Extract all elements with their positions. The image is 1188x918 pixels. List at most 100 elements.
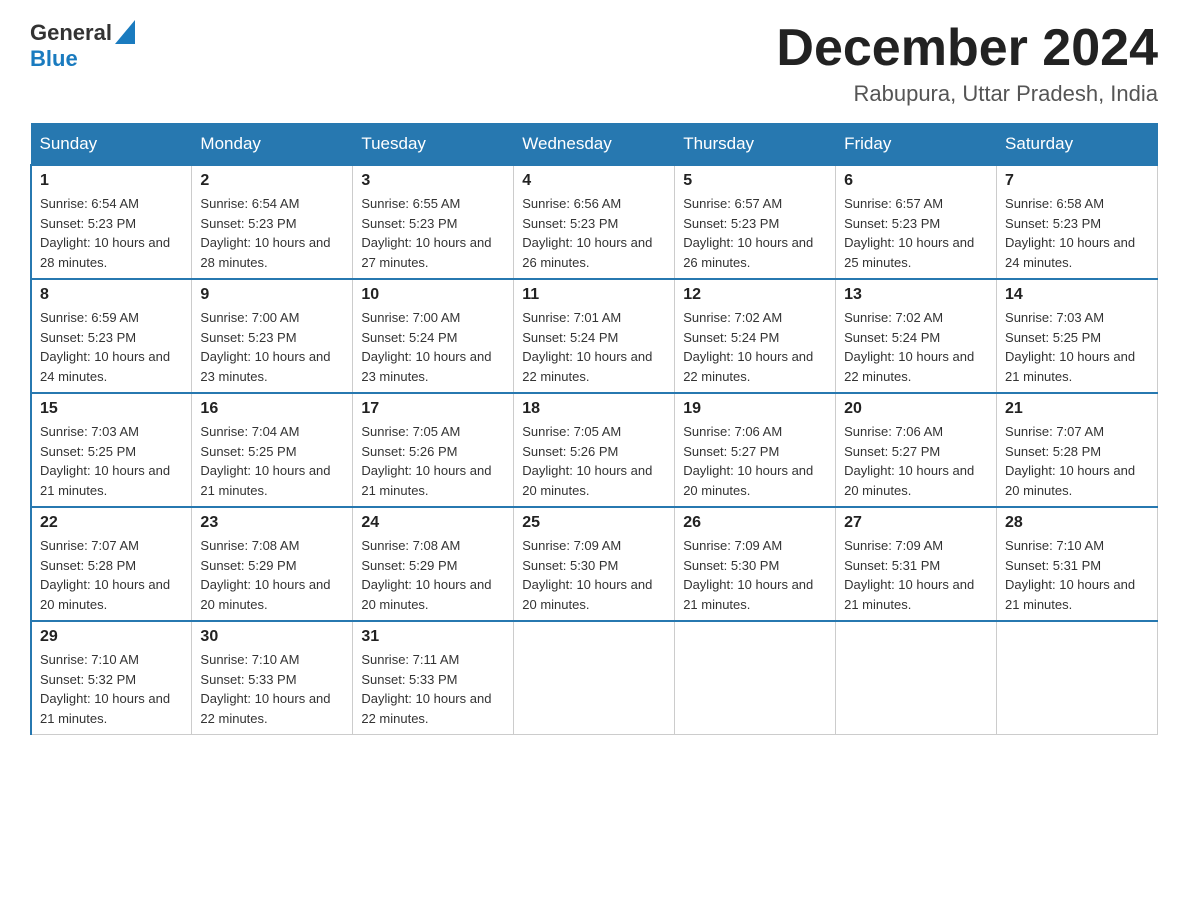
logo-triangle-icon [115,20,135,44]
table-row: 26 Sunrise: 7:09 AMSunset: 5:30 PMDayligh… [675,507,836,621]
table-row: 18Sunrise: 7:05 AMSunset: 5:26 PMDayligh… [514,393,675,507]
day-number: 2 [200,172,344,190]
table-row: 25Sunrise: 7:09 AMSunset: 5:30 PMDayligh… [514,507,675,621]
day-number: 14 [1005,286,1149,304]
day-info: Sunrise: 7:06 AMSunset: 5:27 PMDaylight:… [844,422,988,500]
day-number: 6 [844,172,988,190]
table-row: 3Sunrise: 6:55 AMSunset: 5:23 PMDaylight… [353,165,514,279]
day-number: 13 [844,286,988,304]
day-number: 12 [683,286,827,304]
table-row: 29Sunrise: 7:10 AMSunset: 5:32 PMDayligh… [31,621,192,735]
day-info: Sunrise: 7:03 AMSunset: 5:25 PMDaylight:… [40,422,183,500]
day-number: 1 [40,172,183,190]
table-row [514,621,675,735]
table-row: 12 Sunrise: 7:02 AMSunset: 5:24 PMDayligh… [675,279,836,393]
table-row [997,621,1158,735]
day-number: 16 [200,400,344,418]
day-number: 26 [683,514,827,532]
week-row-3: 15 Sunrise: 7:03 AMSunset: 5:25 PMDayligh… [31,393,1158,507]
day-info: Sunrise: 6:54 AMSunset: 5:23 PMDaylight:… [200,194,344,272]
week-row-4: 22 Sunrise: 7:07 AMSunset: 5:28 PMDayligh… [31,507,1158,621]
day-number: 17 [361,400,505,418]
day-info: Sunrise: 7:03 AMSunset: 5:25 PMDaylight:… [1005,308,1149,386]
table-row: 1 Sunrise: 6:54 AMSunset: 5:23 PMDaylight… [31,165,192,279]
day-info: Sunrise: 7:11 AMSunset: 5:33 PMDaylight:… [361,650,505,728]
table-row: 7 Sunrise: 6:58 AMSunset: 5:23 PMDaylight… [997,165,1158,279]
day-number: 19 [683,400,827,418]
day-info: Sunrise: 7:09 AMSunset: 5:30 PMDaylight:… [683,536,827,614]
day-info: Sunrise: 7:09 AMSunset: 5:31 PMDaylight:… [844,536,988,614]
table-row [675,621,836,735]
table-row: 8Sunrise: 6:59 AMSunset: 5:23 PMDaylight… [31,279,192,393]
weekday-header-thursday: Thursday [675,124,836,166]
month-title: December 2024 [776,20,1158,77]
day-info: Sunrise: 6:57 AMSunset: 5:23 PMDaylight:… [844,194,988,272]
day-number: 20 [844,400,988,418]
table-row: 20 Sunrise: 7:06 AMSunset: 5:27 PMDayligh… [836,393,997,507]
day-info: Sunrise: 7:00 AMSunset: 5:24 PMDaylight:… [361,308,505,386]
table-row: 17 Sunrise: 7:05 AMSunset: 5:26 PMDayligh… [353,393,514,507]
table-row: 19 Sunrise: 7:06 AMSunset: 5:27 PMDayligh… [675,393,836,507]
day-number: 11 [522,286,666,304]
week-row-1: 1 Sunrise: 6:54 AMSunset: 5:23 PMDaylight… [31,165,1158,279]
weekday-header-sunday: Sunday [31,124,192,166]
day-number: 28 [1005,514,1149,532]
day-number: 10 [361,286,505,304]
day-number: 7 [1005,172,1149,190]
day-number: 24 [361,514,505,532]
weekday-header-monday: Monday [192,124,353,166]
day-number: 25 [522,514,666,532]
weekday-header-row: SundayMondayTuesdayWednesdayThursdayFrid… [31,124,1158,166]
week-row-5: 29Sunrise: 7:10 AMSunset: 5:32 PMDayligh… [31,621,1158,735]
location-title: Rabupura, Uttar Pradesh, India [776,81,1158,107]
day-number: 3 [361,172,505,190]
weekday-header-friday: Friday [836,124,997,166]
logo-general-text: General [30,20,112,46]
day-number: 27 [844,514,988,532]
table-row: 9Sunrise: 7:00 AMSunset: 5:23 PMDaylight… [192,279,353,393]
table-row: 5 Sunrise: 6:57 AMSunset: 5:23 PMDaylight… [675,165,836,279]
table-row: 21Sunrise: 7:07 AMSunset: 5:28 PMDayligh… [997,393,1158,507]
day-info: Sunrise: 7:02 AMSunset: 5:24 PMDaylight:… [844,308,988,386]
title-section: December 2024 Rabupura, Uttar Pradesh, I… [776,20,1158,107]
day-number: 23 [200,514,344,532]
day-info: Sunrise: 7:07 AMSunset: 5:28 PMDaylight:… [1005,422,1149,500]
day-number: 18 [522,400,666,418]
calendar-table: SundayMondayTuesdayWednesdayThursdayFrid… [30,123,1158,735]
table-row [836,621,997,735]
day-number: 8 [40,286,183,304]
table-row: 2 Sunrise: 6:54 AMSunset: 5:23 PMDaylight… [192,165,353,279]
day-info: Sunrise: 6:56 AMSunset: 5:23 PMDaylight:… [522,194,666,272]
table-row: 15 Sunrise: 7:03 AMSunset: 5:25 PMDayligh… [31,393,192,507]
day-number: 30 [200,628,344,646]
table-row: 22 Sunrise: 7:07 AMSunset: 5:28 PMDayligh… [31,507,192,621]
table-row: 24 Sunrise: 7:08 AMSunset: 5:29 PMDayligh… [353,507,514,621]
day-info: Sunrise: 7:08 AMSunset: 5:29 PMDaylight:… [200,536,344,614]
day-info: Sunrise: 7:02 AMSunset: 5:24 PMDaylight:… [683,308,827,386]
day-info: Sunrise: 6:58 AMSunset: 5:23 PMDaylight:… [1005,194,1149,272]
day-number: 29 [40,628,183,646]
day-number: 15 [40,400,183,418]
table-row: 30 Sunrise: 7:10 AMSunset: 5:33 PMDayligh… [192,621,353,735]
day-info: Sunrise: 6:57 AMSunset: 5:23 PMDaylight:… [683,194,827,272]
day-info: Sunrise: 7:01 AMSunset: 5:24 PMDaylight:… [522,308,666,386]
day-info: Sunrise: 7:08 AMSunset: 5:29 PMDaylight:… [361,536,505,614]
day-info: Sunrise: 7:00 AMSunset: 5:23 PMDaylight:… [200,308,344,386]
day-info: Sunrise: 6:54 AMSunset: 5:23 PMDaylight:… [40,194,183,272]
day-number: 5 [683,172,827,190]
day-info: Sunrise: 7:10 AMSunset: 5:31 PMDaylight:… [1005,536,1149,614]
weekday-header-wednesday: Wednesday [514,124,675,166]
day-info: Sunrise: 7:06 AMSunset: 5:27 PMDaylight:… [683,422,827,500]
day-number: 22 [40,514,183,532]
table-row: 13 Sunrise: 7:02 AMSunset: 5:24 PMDayligh… [836,279,997,393]
day-info: Sunrise: 7:07 AMSunset: 5:28 PMDaylight:… [40,536,183,614]
day-info: Sunrise: 7:05 AMSunset: 5:26 PMDaylight:… [361,422,505,500]
logo-blue-text: Blue [30,46,78,72]
logo: General Blue [30,20,135,72]
table-row: 10 Sunrise: 7:00 AMSunset: 5:24 PMDayligh… [353,279,514,393]
table-row: 4Sunrise: 6:56 AMSunset: 5:23 PMDaylight… [514,165,675,279]
table-row: 14 Sunrise: 7:03 AMSunset: 5:25 PMDayligh… [997,279,1158,393]
weekday-header-saturday: Saturday [997,124,1158,166]
table-row: 6 Sunrise: 6:57 AMSunset: 5:23 PMDaylight… [836,165,997,279]
day-info: Sunrise: 7:10 AMSunset: 5:33 PMDaylight:… [200,650,344,728]
